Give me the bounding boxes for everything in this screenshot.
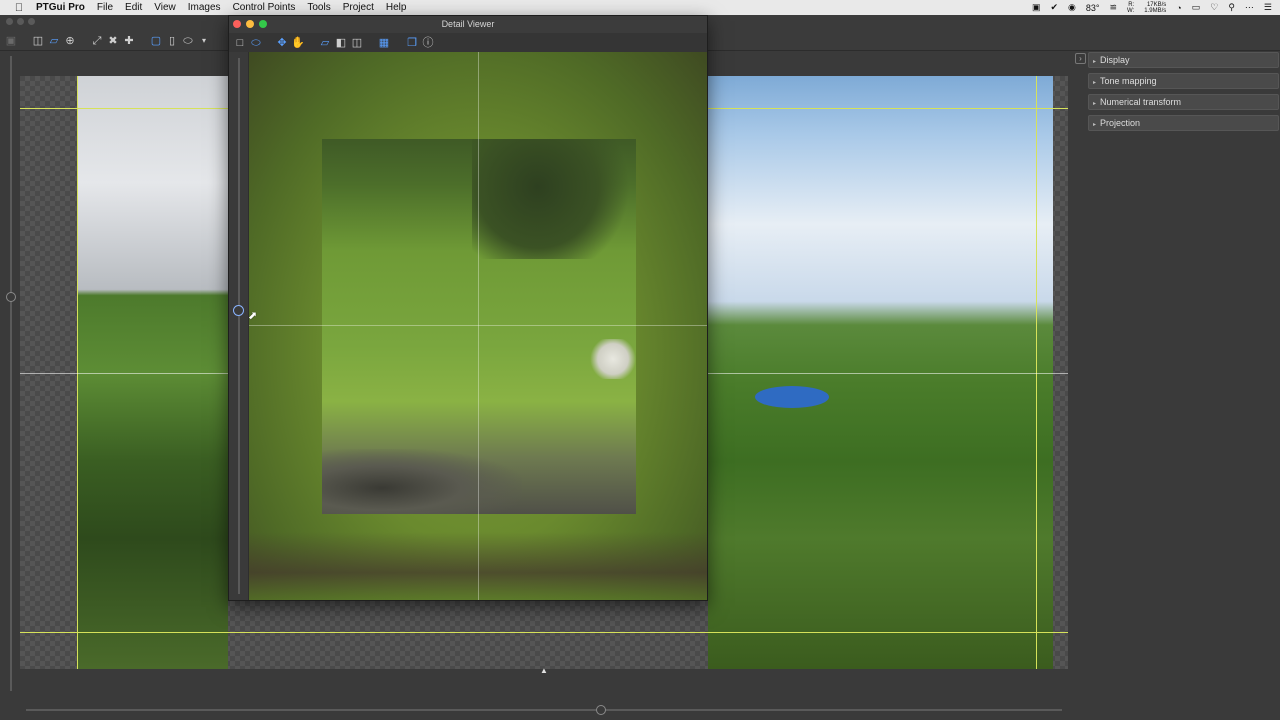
section-projection[interactable]: ▸ Projection (1088, 115, 1279, 131)
zoom-rail-knob[interactable] (233, 305, 244, 316)
status-area: ▣ ✔ ◉ 83° ≌ R: W: 17KB/s 1.9MB/s ◔ ▭ ♡ ⚲… (1032, 0, 1272, 15)
moon-icon[interactable]: ◔ (1176, 3, 1181, 13)
trees-region (472, 139, 636, 259)
hand-tool-icon[interactable]: ✋ (291, 36, 305, 50)
detail-crosshair-horizontal (249, 325, 707, 326)
vertical-fov-slider[interactable] (6, 56, 16, 691)
spotlight-search-icon[interactable]: ⚲ (1228, 2, 1235, 13)
detail-viewer-image[interactable] (249, 52, 707, 600)
menu-images[interactable]: Images (188, 2, 221, 13)
net-labels: R: W: (1127, 2, 1134, 14)
menu-bar:  PTGui Pro File Edit View Images Contro… (0, 0, 1280, 15)
apple-menu-icon[interactable]:  (12, 2, 26, 14)
view-mode-3-icon[interactable]: ◫ (350, 36, 364, 50)
detail-viewer-window: Detail Viewer □ ⬭ ✥ ✋ ▱ ◧ ◫ ▦ ❐ ⓘ (228, 15, 708, 601)
notification-center-icon[interactable]: ☰ (1264, 2, 1272, 13)
screen-record-icon[interactable]: ▣ (1032, 2, 1041, 13)
fit-icon[interactable]: ⤢ (90, 34, 104, 48)
cylindrical-icon[interactable]: ▯ (165, 34, 179, 48)
temperature-readout: 83° (1085, 2, 1100, 13)
minimize-button-inactive[interactable] (17, 18, 24, 25)
compare-icon[interactable]: ▦ (377, 36, 391, 50)
spherical-icon[interactable]: ⬭ (181, 34, 195, 48)
section-numerical-transform[interactable]: ▸ Numerical transform (1088, 94, 1279, 110)
edit-individual-icon[interactable]: ◫ (31, 34, 45, 48)
menu-help[interactable]: Help (386, 2, 407, 13)
zoom-rail-track (238, 58, 240, 594)
center-marker-icon[interactable]: ▲ (540, 666, 548, 675)
section-display[interactable]: ▸ Display (1088, 52, 1279, 68)
siri-icon[interactable]: ⋯ (1245, 2, 1254, 13)
battery-icon[interactable]: ▭ (1192, 2, 1201, 13)
disclosure-arrow-icon: ▸ (1093, 101, 1097, 107)
section-label: Numerical transform (1100, 97, 1182, 107)
help-icon[interactable]: ⓘ (421, 36, 435, 50)
view-mode-2-icon[interactable]: ◧ (334, 36, 348, 50)
graph-icon[interactable]: ≌ (1110, 2, 1118, 13)
horizontal-fov-slider[interactable] (26, 705, 1062, 715)
edit-panorama-icon[interactable]: ▱ (47, 34, 61, 48)
ellipse-shape-icon[interactable]: ⬭ (249, 36, 263, 50)
disclosure-arrow-icon: ▸ (1093, 80, 1097, 86)
net-rate-out: 1.9MB/s (1144, 7, 1167, 14)
menu-project[interactable]: Project (343, 2, 374, 13)
projection-dropdown-icon[interactable]: ▾ (197, 34, 211, 48)
net-label-w: W: (1127, 7, 1135, 14)
crosshair-icon[interactable]: ✚ (122, 34, 136, 48)
wifi-icon[interactable]: ♡ (1210, 2, 1218, 13)
crop-guide-bottom[interactable] (20, 632, 1068, 633)
zoom-button-inactive[interactable] (28, 18, 35, 25)
detail-crosshair-vertical (478, 52, 479, 600)
section-tone-mapping[interactable]: ▸ Tone mapping (1088, 73, 1279, 89)
horizontal-fov-knob[interactable] (596, 705, 606, 715)
rect-shape-icon[interactable]: □ (233, 36, 247, 50)
side-panel-toggle[interactable]: › (1075, 53, 1086, 64)
select-tool-icon[interactable]: ▣ (4, 34, 18, 48)
section-label: Display (1100, 55, 1130, 65)
overlay-icon[interactable]: ❐ (405, 36, 419, 50)
section-label: Projection (1100, 118, 1141, 128)
window-controls (6, 18, 35, 25)
detail-viewer-zoom-rail[interactable] (229, 52, 248, 600)
menu-edit[interactable]: Edit (125, 2, 142, 13)
mouse-pointer-icon: ⬈ (248, 310, 258, 322)
menu-control-points[interactable]: Control Points (233, 2, 296, 13)
sharp-preview-region (322, 139, 636, 514)
target-icon[interactable]: ⊕ (63, 34, 77, 48)
move-tool-icon[interactable]: ✥ (275, 36, 289, 50)
check-icon[interactable]: ✔ (1050, 2, 1058, 13)
rocks-region (322, 449, 522, 514)
rectilinear-icon[interactable]: ▢ (149, 34, 163, 48)
app-menu[interactable]: PTGui Pro (36, 2, 85, 13)
sheep-region (590, 339, 636, 379)
menu-file[interactable]: File (97, 2, 113, 13)
disclosure-arrow-icon: ▸ (1093, 122, 1097, 128)
expand-icon[interactable]: ✖ (106, 34, 120, 48)
menu-tools[interactable]: Tools (307, 2, 330, 13)
detail-viewer-titlebar[interactable]: Detail Viewer (229, 16, 707, 33)
section-label: Tone mapping (1100, 76, 1157, 86)
close-button-inactive[interactable] (6, 18, 13, 25)
temperature-icon[interactable]: ◉ (1068, 2, 1076, 13)
menu-view[interactable]: View (154, 2, 176, 13)
view-mode-1-icon[interactable]: ▱ (318, 36, 332, 50)
detail-viewer-title: Detail Viewer (441, 19, 495, 29)
disclosure-arrow-icon: ▸ (1093, 59, 1097, 65)
net-rates: 17KB/s 1.9MB/s (1144, 2, 1166, 14)
vertical-fov-knob[interactable] (6, 292, 16, 302)
lake-region (755, 386, 829, 408)
detail-viewer-toolbar: □ ⬭ ✥ ✋ ▱ ◧ ◫ ▦ ❐ ⓘ (229, 33, 707, 52)
